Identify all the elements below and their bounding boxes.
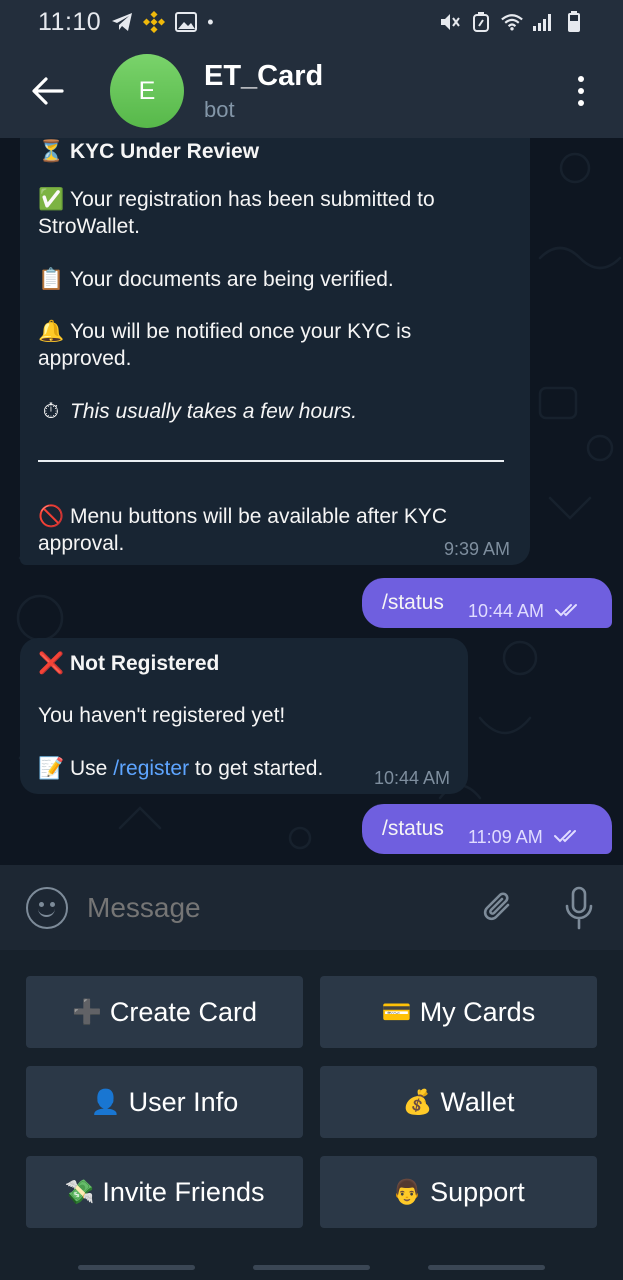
- message-line: StroWallet.: [38, 215, 140, 238]
- emoji-button[interactable]: [26, 886, 68, 929]
- divider-line: [38, 460, 504, 462]
- message-outgoing-status[interactable]: /status 11:09 AM: [362, 804, 612, 854]
- message-line: Use: [70, 757, 108, 780]
- status-bar: 11:10 •: [0, 0, 623, 44]
- technician-icon: 👨: [392, 1178, 423, 1206]
- message-time: 10:44 AM: [373, 768, 450, 788]
- gallery-icon: [175, 11, 198, 33]
- avatar[interactable]: E: [110, 54, 184, 128]
- plus-icon: ➕: [72, 998, 102, 1026]
- arrow-left-icon: [32, 77, 64, 105]
- message-time: 11:09 AM: [468, 824, 582, 851]
- invite-friends-button[interactable]: 💸 Invite Friends: [26, 1156, 303, 1228]
- wifi-icon: [501, 11, 523, 33]
- bot-keyboard: ➕ Create Card 💳 My Cards 👤 User Info 💰 Walle…: [0, 950, 623, 1255]
- chat-area[interactable]: ⏳ KYC Under Review ✅ Your registration has…: [0, 138, 623, 865]
- create-card-button[interactable]: ➕ Create Card: [26, 976, 303, 1048]
- message-text: /status: [382, 591, 444, 614]
- paperclip-icon: [483, 891, 510, 920]
- double-check-icon: [553, 830, 576, 843]
- more-options-button[interactable]: [561, 61, 601, 121]
- binance-icon: [143, 11, 166, 33]
- chat-title-block[interactable]: ET_Card bot: [204, 60, 323, 123]
- notification-dot: •: [207, 11, 214, 32]
- message-not-registered[interactable]: ❌ Not Registered You haven't registered y…: [20, 638, 468, 794]
- microphone-button[interactable]: [559, 886, 599, 930]
- message-heading: Not Registered: [70, 652, 220, 675]
- microphone-icon: [565, 886, 593, 929]
- hourglass-icon: ⏳: [38, 139, 65, 163]
- message-time: 9:39 AM: [443, 539, 510, 559]
- message-text: /status: [382, 817, 444, 840]
- message-line: You haven't registered yet!: [38, 704, 286, 727]
- user-icon: 👤: [90, 1088, 121, 1116]
- user-info-button[interactable]: 👤 User Info: [26, 1066, 303, 1138]
- credit-card-icon: 💳: [381, 998, 412, 1026]
- cross-mark-icon: ❌: [38, 651, 65, 675]
- nav-back-indicator[interactable]: [428, 1265, 545, 1270]
- mute-icon: [439, 11, 461, 33]
- memo-icon: 📝: [38, 756, 65, 780]
- message-line: You will be notified once your KYC is: [70, 320, 412, 343]
- chat-title: ET_Card: [204, 59, 324, 92]
- check-mark-icon: ✅: [38, 187, 65, 211]
- message-line-italic: This usually takes a few hours.: [70, 400, 358, 423]
- chat-header: E ET_Card bot: [0, 44, 623, 138]
- signal-icon: [532, 11, 554, 33]
- stopwatch-icon: ⏱: [42, 399, 60, 423]
- nav-recents-indicator[interactable]: [78, 1265, 195, 1270]
- battery-icon: [563, 11, 585, 33]
- message-time: 10:44 AM: [468, 598, 583, 625]
- message-line: Your registration has been submitted to: [70, 188, 435, 211]
- telegram-icon: [111, 11, 133, 33]
- battery-saver-icon: [470, 11, 492, 33]
- smiley-icon: [38, 906, 55, 917]
- message-line: approval.: [38, 532, 125, 555]
- message-line: Menu buttons will be available after KYC: [70, 505, 448, 528]
- attach-button[interactable]: [479, 886, 519, 930]
- message-line: Your documents are being verified.: [70, 268, 394, 291]
- double-check-icon: [555, 604, 578, 617]
- clipboard-icon: 📋: [38, 267, 65, 291]
- message-outgoing-status[interactable]: /status 10:44 AM: [362, 578, 612, 628]
- nav-home-indicator[interactable]: [253, 1265, 370, 1270]
- message-input[interactable]: [87, 891, 479, 924]
- message-kyc-under-review[interactable]: ⏳ KYC Under Review ✅ Your registration has…: [20, 138, 530, 565]
- money-bag-icon: 💰: [402, 1088, 433, 1116]
- bell-icon: 🔔: [38, 319, 65, 343]
- support-button[interactable]: 👨 Support: [320, 1156, 597, 1228]
- wallet-button[interactable]: 💰 Wallet: [320, 1066, 597, 1138]
- my-cards-button[interactable]: 💳 My Cards: [320, 976, 597, 1048]
- register-command-link[interactable]: /register: [113, 757, 189, 780]
- system-nav-bar: [0, 1255, 623, 1280]
- prohibited-icon: 🚫: [38, 504, 65, 528]
- back-button[interactable]: [18, 61, 78, 121]
- message-input-bar: [0, 865, 623, 950]
- money-wings-icon: 💸: [64, 1178, 95, 1206]
- more-vertical-icon: [578, 76, 584, 82]
- message-line: approved.: [38, 347, 132, 370]
- message-heading: KYC Under Review: [70, 140, 260, 163]
- status-time: 11:10: [38, 7, 102, 36]
- message-line: to get started.: [194, 757, 324, 780]
- chat-subtitle: bot: [204, 96, 235, 122]
